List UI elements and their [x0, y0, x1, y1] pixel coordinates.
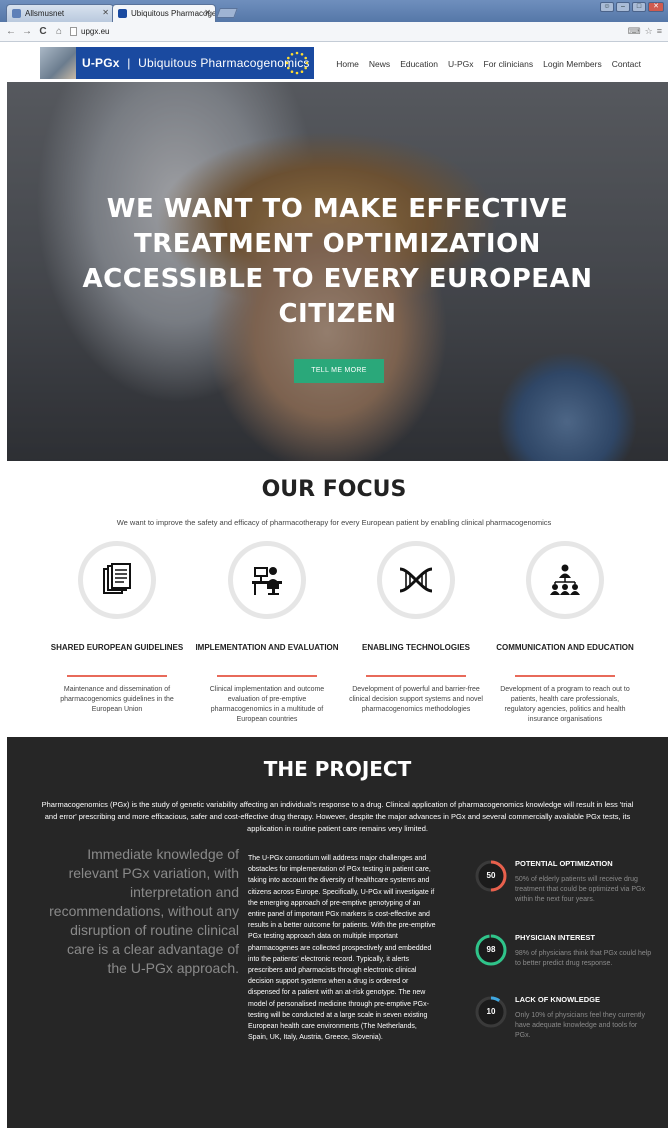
address-bar: ← → C ⌂ upgx.eu ⌨ ☆ ≡ [0, 22, 668, 42]
tell-me-more-button[interactable]: TELL ME MORE [294, 359, 384, 383]
maximize-icon[interactable]: □ [632, 2, 646, 12]
stat-title: POTENTIAL OPTIMIZATION [515, 859, 613, 868]
clinician-desk-icon [252, 567, 282, 595]
stat-lack-of-knowledge: 10 LACK OF KNOWLEDGE Only 10% of physici… [474, 995, 654, 1041]
nav-login-members[interactable]: Login Members [543, 59, 602, 69]
window-controls: ☺ – □ ✕ [600, 2, 664, 12]
focus-item-implementation: IMPLEMENTATION AND EVALUATION Clinical i… [192, 541, 342, 725]
focus-item-title: COMMUNICATION AND EDUCATION [496, 643, 634, 652]
nav-u-pgx[interactable]: U-PGx [448, 59, 474, 69]
focus-item-desc: Clinical implementation and outcome eval… [209, 686, 325, 723]
stat-title: LACK OF KNOWLEDGE [515, 995, 600, 1004]
focus-title: OUR FOCUS [261, 477, 407, 502]
accent-divider [217, 675, 317, 677]
nav-news[interactable]: News [369, 59, 390, 69]
site-logo[interactable]: U-PGx | Ubiquitous Pharmacogenomics [40, 47, 314, 79]
project-body: The U-PGx consortium will address major … [248, 855, 436, 1042]
back-icon[interactable]: ← [6, 26, 16, 37]
hero-headline: WE WANT TO MAKE EFFECTIVE TREATMENT OPTI… [82, 194, 593, 329]
focus-item-desc: Development of powerful and barrier-free… [349, 686, 483, 713]
browser-tab-label: Allsmusnet [25, 9, 65, 18]
stat-desc: Only 10% of physicians feel they current… [515, 1012, 645, 1039]
project-quote: Immediate knowledge of relevant PGx vari… [49, 846, 239, 976]
logo-photo [40, 47, 76, 79]
focus-item-guidelines: SHARED EUROPEAN GUIDELINES Maintenance a… [42, 541, 192, 715]
url-text: upgx.eu [81, 27, 110, 36]
url-field[interactable]: upgx.eu [70, 27, 622, 36]
bookmark-star-icon[interactable]: ☆ [645, 26, 653, 37]
focus-intro: We want to improve the safety and effica… [116, 518, 552, 527]
focus-item-communication: COMMUNICATION AND EDUCATION Development … [490, 541, 640, 725]
focus-item-desc: Development of a program to reach out to… [500, 686, 630, 723]
logo-short: U-PGx [82, 56, 120, 70]
focus-item-title: IMPLEMENTATION AND EVALUATION [195, 643, 339, 652]
tab-close-icon[interactable]: ✕ [102, 8, 109, 17]
logo-text: U-PGx | Ubiquitous Pharmacogenomics [82, 56, 310, 70]
new-tab-button[interactable] [216, 8, 238, 18]
profile-icon[interactable]: ☺ [600, 2, 614, 12]
stat-desc: 50% of elderly patients will receive dru… [515, 876, 645, 903]
main-nav: Home News Education U-PGx For clinicians… [336, 59, 641, 69]
focus-icon-circle [228, 541, 306, 619]
focus-item-desc: Maintenance and dissemination of pharmac… [60, 686, 174, 713]
forward-icon[interactable]: → [22, 26, 32, 37]
minimize-icon[interactable]: – [616, 2, 630, 12]
stat-title: PHYSICIAN INTEREST [515, 933, 596, 942]
focus-icon-circle [78, 541, 156, 619]
project-title: THE PROJECT [263, 757, 412, 781]
site-header: U-PGx | Ubiquitous Pharmacogenomics Home… [0, 42, 668, 82]
reload-icon[interactable]: C [38, 26, 48, 37]
network-people-icon [550, 564, 580, 595]
project-section: THE PROJECT Pharmacogenomics (PGx) is th… [7, 737, 668, 1128]
focus-icon-circle [377, 541, 455, 619]
project-lead: Pharmacogenomics (PGx) is the study of g… [41, 800, 634, 833]
nav-for-clinicians[interactable]: For clinicians [484, 59, 534, 69]
browser-tab-1[interactable]: Allsmusnet ✕ [6, 4, 114, 22]
accent-divider [366, 675, 466, 677]
focus-item-title: ENABLING TECHNOLOGIES [361, 643, 470, 652]
stat-value: 50 [486, 871, 496, 880]
our-focus-section: OUR FOCUS We want to improve the safety … [0, 461, 668, 737]
accent-divider [515, 675, 615, 677]
progress-ring: 98 [474, 933, 508, 967]
stat-value: 98 [486, 945, 496, 954]
site-favicon-icon [118, 9, 127, 18]
logo-separator: | [127, 56, 131, 70]
browser-tab-label: Ubiquitous Pharmacoge... [131, 9, 216, 18]
nav-education[interactable]: Education [400, 59, 438, 69]
browser-tab-bar: Allsmusnet ✕ Ubiquitous Pharmacoge... ✕ … [0, 0, 668, 22]
documents-icon [103, 563, 131, 594]
site-favicon-icon [12, 9, 21, 18]
progress-ring: 10 [474, 995, 508, 1029]
dna-icon [399, 567, 433, 593]
focus-item-technologies: ENABLING TECHNOLOGIES Development of pow… [341, 541, 491, 715]
focus-icon-circle [526, 541, 604, 619]
stat-desc: 98% of physicians think that PGx could h… [515, 950, 652, 967]
tab-close-icon[interactable]: ✕ [204, 8, 211, 17]
hero-banner: WE WANT TO MAKE EFFECTIVE TREATMENT OPTI… [7, 82, 668, 461]
accent-divider [67, 675, 167, 677]
eu-stars-icon [285, 51, 309, 75]
focus-item-title: SHARED EUROPEAN GUIDELINES [50, 643, 184, 652]
stat-value: 10 [486, 1007, 496, 1016]
page-icon [70, 27, 77, 36]
close-window-icon[interactable]: ✕ [648, 2, 664, 12]
translate-icon[interactable]: ⌨ [628, 26, 641, 37]
stat-potential-optimization: 50 POTENTIAL OPTIMIZATION 50% of elderly… [474, 859, 654, 905]
progress-ring: 50 [474, 859, 508, 893]
browser-tab-2[interactable]: Ubiquitous Pharmacoge... ✕ [112, 4, 216, 22]
nav-home[interactable]: Home [336, 59, 359, 69]
nav-contact[interactable]: Contact [612, 59, 641, 69]
menu-icon[interactable]: ≡ [657, 26, 662, 37]
home-icon[interactable]: ⌂ [54, 26, 64, 37]
stat-physician-interest: 98 PHYSICIAN INTEREST 98% of physicians … [474, 933, 654, 969]
